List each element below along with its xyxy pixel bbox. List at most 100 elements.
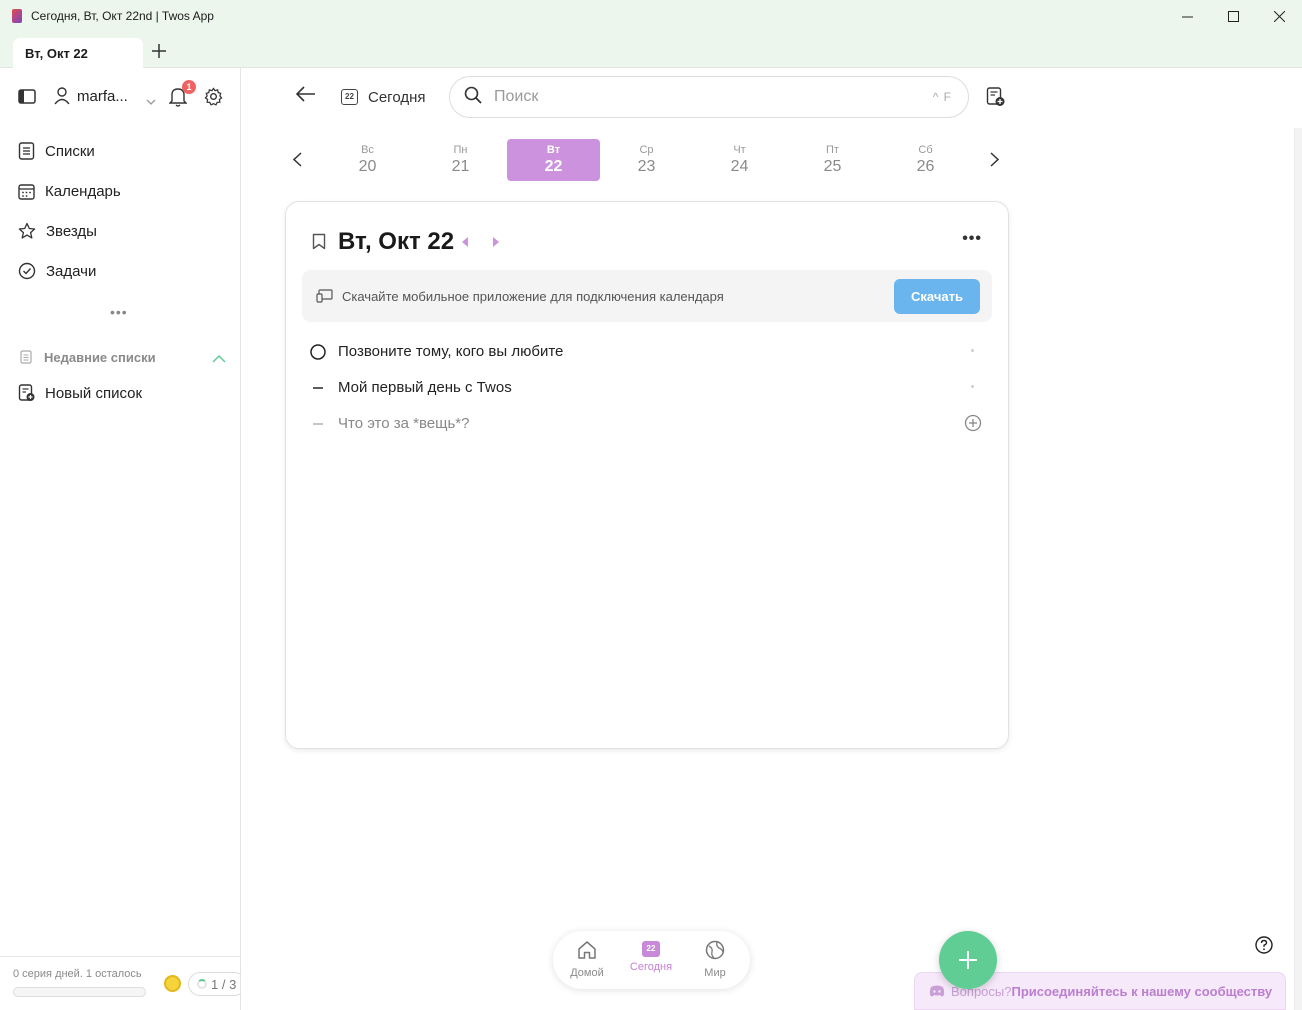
title-bar: Сегодня, Вт, Окт 22nd | Twos App — [0, 0, 1302, 32]
list-item[interactable]: Позвоните тому, кого вы любите — [310, 338, 986, 364]
search-shortcut: ^ F — [932, 90, 952, 104]
prev-day-icon[interactable] — [462, 237, 468, 247]
new-item-row[interactable]: Что это за *вещь*? — [310, 410, 986, 436]
calendar-today-icon: 22 — [341, 89, 358, 105]
day-tuesday[interactable]: Вт 22 — [507, 139, 600, 181]
item-menu-dot[interactable] — [971, 385, 974, 388]
main-content: 22 Сегодня ^ F Вс 20 Пн 21 Вт 22 Ср 23 — [241, 68, 1302, 1010]
next-day-icon[interactable] — [493, 237, 499, 247]
new-list-label: Новый список — [45, 384, 143, 402]
todo-circle-icon[interactable] — [310, 344, 326, 365]
day-wednesday[interactable]: Ср 23 — [600, 139, 693, 181]
add-circle-icon[interactable] — [964, 414, 982, 437]
sidebar-item-label: Календарь — [45, 182, 121, 200]
day-sunday[interactable]: Вс 20 — [321, 139, 414, 181]
bottom-nav-today[interactable]: 22 Сегодня — [621, 940, 681, 973]
window-controls — [1164, 0, 1302, 32]
sidebar-item-lists[interactable]: Списки — [18, 138, 95, 164]
new-item-placeholder[interactable]: Что это за *вещь*? — [338, 415, 469, 432]
user-name: marfa... — [77, 87, 128, 105]
tab-current-day[interactable]: Вт, Окт 22 — [13, 38, 143, 68]
day-friday[interactable]: Пт 25 — [786, 139, 879, 181]
daily-goal-pill[interactable]: 1 / 3 — [188, 972, 246, 996]
item-menu-dot[interactable] — [971, 349, 974, 352]
notification-badge: 1 — [182, 80, 196, 94]
recent-lists-label: Недавние списки — [44, 349, 156, 365]
streak-progress-bar — [13, 987, 146, 997]
bookmark-icon[interactable] — [312, 233, 326, 255]
check-circle-icon — [18, 262, 36, 280]
more-options-icon[interactable]: ••• — [962, 230, 982, 248]
sidebar-header: marfa... 1 — [0, 80, 240, 112]
search-icon — [464, 86, 482, 109]
sidebar-item-tasks[interactable]: Задачи — [18, 258, 96, 284]
plus-icon — [152, 44, 166, 58]
chevron-up-icon[interactable] — [212, 350, 226, 368]
window-title: Сегодня, Вт, Окт 22nd | Twos App — [31, 9, 214, 23]
bottom-nav-world[interactable]: Мир — [685, 940, 745, 979]
banner-text: Скачайте мобильное приложение для подклю… — [342, 289, 724, 304]
tab-strip: Вт, Окт 22 — [0, 32, 1302, 68]
sidebar-item-calendar[interactable]: Календарь — [18, 178, 121, 204]
app-icon — [12, 9, 22, 23]
streak-footer: 0 серия дней. 1 осталось 1 / 3 — [0, 956, 246, 1010]
list-icon — [20, 350, 32, 364]
day-thursday[interactable]: Чт 24 — [693, 139, 786, 181]
day-monday[interactable]: Пн 21 — [414, 139, 507, 181]
discord-icon — [929, 985, 945, 997]
user-icon — [54, 87, 70, 105]
minimize-button[interactable] — [1164, 0, 1210, 32]
task-text[interactable]: Мой первый день с Twos — [338, 379, 512, 396]
chevron-left-icon[interactable] — [292, 152, 302, 172]
gear-icon[interactable] — [204, 87, 223, 111]
day-card: Вт, Окт 22 ••• Скачайте мобильное прилож… — [285, 201, 1009, 749]
sidebar-toggle-icon[interactable] — [18, 89, 36, 110]
today-label: Сегодня — [368, 88, 426, 106]
new-list-icon — [18, 384, 35, 401]
goal-count: 1 / 3 — [211, 976, 237, 992]
star-icon — [18, 222, 36, 239]
today-button[interactable]: 22 Сегодня — [341, 83, 426, 111]
new-tab-button[interactable] — [148, 40, 170, 62]
add-list-icon[interactable] — [986, 87, 1005, 112]
calendar-connect-banner: Скачайте мобильное приложение для подклю… — [302, 270, 992, 322]
chevron-down-icon[interactable] — [146, 93, 156, 111]
search-bar[interactable]: ^ F — [449, 76, 969, 118]
search-input[interactable] — [494, 88, 914, 106]
sidebar-item-stars[interactable]: Звезды — [18, 218, 97, 244]
dash-bullet-icon — [310, 416, 326, 437]
day-saturday[interactable]: Сб 26 — [879, 139, 972, 181]
home-icon — [578, 941, 596, 959]
scrollbar[interactable] — [1294, 128, 1302, 1010]
bottom-nav: Домой 22 Сегодня Мир — [553, 931, 750, 989]
recent-lists-header[interactable]: Недавние списки — [20, 346, 226, 368]
progress-ring-icon — [197, 979, 207, 989]
calendar-today-icon: 22 — [642, 941, 660, 957]
list-item[interactable]: Мой первый день с Twos — [310, 374, 986, 400]
help-icon[interactable] — [1255, 936, 1273, 959]
add-item-fab[interactable] — [939, 931, 997, 989]
coin-icon[interactable] — [164, 975, 181, 992]
card-title: Вт, Окт 22 — [338, 228, 455, 255]
streak-text: 0 серия дней. 1 осталось — [13, 968, 142, 980]
chevron-right-icon[interactable] — [990, 152, 1000, 172]
user-menu[interactable]: marfa... — [54, 87, 128, 105]
calendar-icon — [18, 183, 35, 200]
devices-icon — [316, 289, 333, 308]
more-options-icon[interactable]: ••• — [110, 304, 128, 320]
maximize-button[interactable] — [1210, 0, 1256, 32]
sidebar-item-label: Списки — [45, 142, 95, 160]
back-arrow-icon[interactable] — [295, 86, 316, 107]
task-text[interactable]: Позвоните тому, кого вы любите — [338, 343, 563, 360]
dash-bullet-icon — [310, 380, 326, 401]
community-link[interactable]: Присоединяйтесь к нашему сообществу — [1011, 984, 1272, 999]
bottom-nav-home[interactable]: Домой — [557, 940, 617, 979]
sidebar-item-label: Задачи — [46, 262, 97, 280]
list-icon — [18, 142, 35, 160]
sidebar-item-label: Звезды — [46, 222, 97, 240]
plus-icon — [959, 951, 977, 969]
close-button[interactable] — [1256, 0, 1302, 32]
new-list-button[interactable]: Новый список — [18, 380, 142, 406]
download-button[interactable]: Скачать — [894, 279, 980, 314]
sidebar: marfa... 1 Списки Календарь Звезды Задач… — [0, 68, 246, 1010]
